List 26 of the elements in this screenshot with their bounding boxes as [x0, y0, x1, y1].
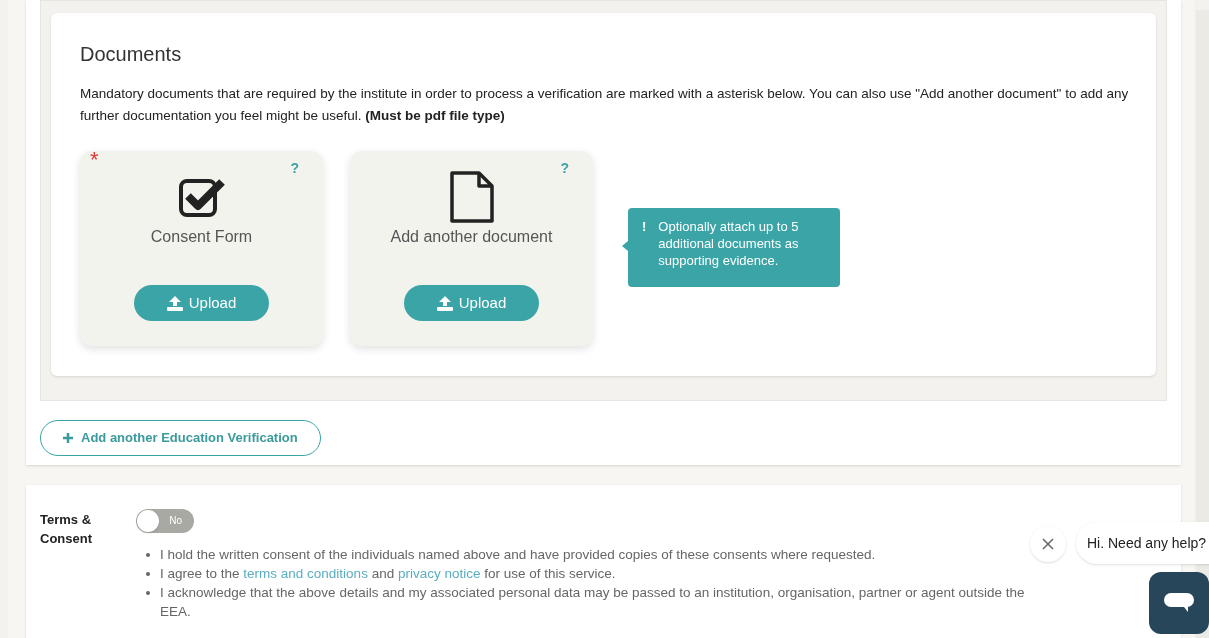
checkbox-icon	[177, 176, 226, 218]
terms-label: Terms & Consent	[40, 511, 93, 548]
consent-link[interactable]: privacy notice	[397, 566, 481, 581]
close-icon	[1042, 538, 1054, 550]
document-icon	[448, 171, 495, 223]
documents-description: Mandatory documents that are required by the institute in order to process a verification are marked with a asterisk below. You can also use "Add another document" to add any further documentation you feel might be useful. (Must be pdf file type)	[80, 85, 1130, 125]
tooltip-text: Optionally attach up to 5 additional documents as supporting evidence.	[658, 218, 800, 270]
consent-item: I agree to the terms and conditions and privacy notice for use of this service.	[146, 564, 1036, 583]
document-label: Consent Form	[150, 227, 253, 247]
help-icon[interactable]: ?	[560, 159, 569, 177]
tooltip-icon: !	[642, 218, 647, 287]
upload-icon	[166, 295, 183, 311]
plus-icon	[63, 433, 73, 443]
upload-button[interactable]: Upload	[404, 285, 539, 321]
upload-icon	[436, 295, 453, 311]
consent-link[interactable]: terms and conditions	[243, 566, 368, 581]
consent-toggle[interactable]: No	[136, 509, 194, 533]
consent-item: I acknowledge that the above details and my associated personal data may be passed to an institution, organisation, partner or agent outside the EEA.	[146, 583, 1036, 621]
help-icon[interactable]: ?	[290, 159, 299, 177]
add-verification-button[interactable]: Add another Education Verification	[40, 420, 321, 456]
section-title: Documents	[80, 42, 183, 67]
document-label: Add another document	[390, 227, 553, 247]
chat-button[interactable]	[1149, 572, 1209, 634]
upload-button[interactable]: Upload	[134, 285, 269, 321]
required-asterisk: *	[90, 147, 99, 173]
chat-bubble: Hi. Need any help?	[1076, 522, 1209, 564]
